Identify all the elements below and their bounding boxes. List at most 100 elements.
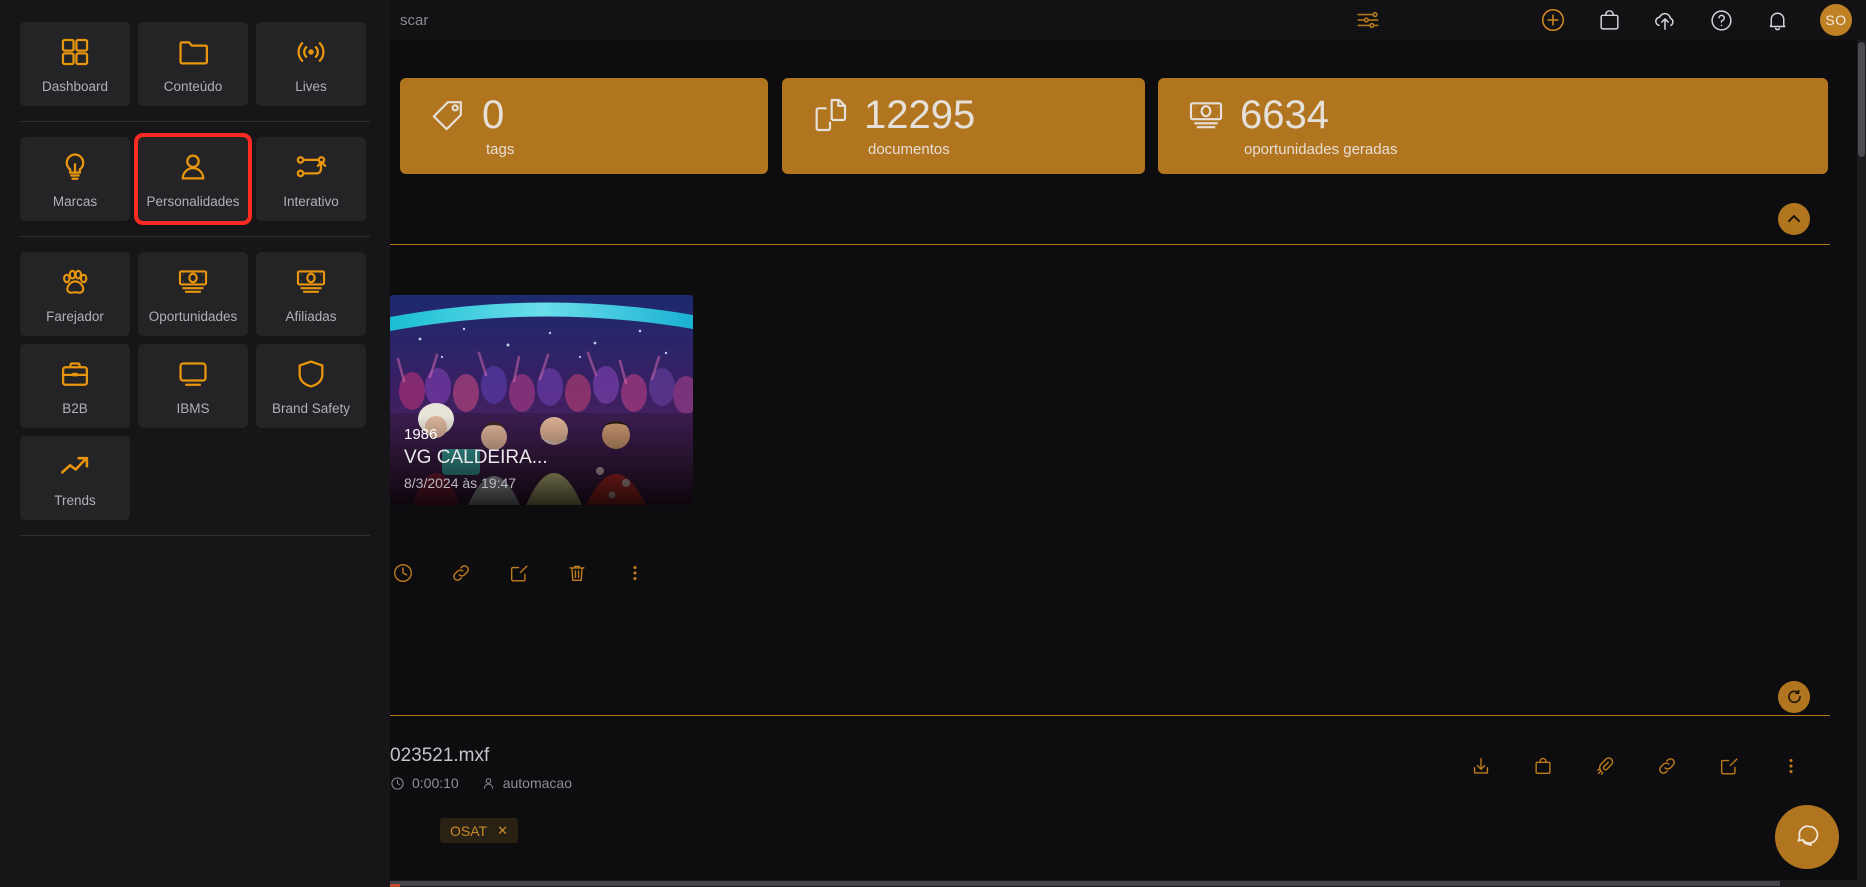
lightbulb-icon [58, 150, 92, 184]
chat-bubble-icon [1797, 825, 1819, 846]
magnet-icon[interactable] [1594, 755, 1616, 777]
stat-value: 0 [482, 92, 505, 137]
vertical-scrollbar[interactable] [1857, 40, 1866, 887]
person-icon [483, 777, 493, 789]
bag-icon[interactable] [1532, 755, 1554, 777]
sidebar-item-label: Brand Safety [271, 400, 351, 416]
sidebar-divider-3 [20, 535, 370, 536]
sidebar-group-1: Dashboard Conteúdo Lives [0, 0, 390, 106]
sidebar-item-brand-safety[interactable]: Brand Safety [256, 344, 366, 428]
collapse-section-button[interactable] [1778, 203, 1810, 235]
more-vertical-icon[interactable] [1780, 755, 1802, 777]
monitor-icon [176, 357, 210, 391]
sidebar-item-afiliadas[interactable]: Afiliadas [256, 252, 366, 336]
section-divider [390, 244, 1830, 245]
search-field[interactable] [400, 0, 600, 40]
filters-icon[interactable] [1355, 7, 1381, 33]
card-date: 8/3/2024 às 19:47 [404, 475, 517, 491]
thumbnail-overlay: 1986 VG CALDEIRA... 8/3/2024 às 19:47 [390, 416, 693, 505]
sidebar-item-label: Oportunidades [148, 308, 238, 324]
app-root: SO 0 tags [0, 0, 1866, 887]
cloud-upload-icon[interactable] [1652, 7, 1678, 33]
sidebar-item-label: Afiliadas [285, 308, 337, 324]
paw-icon [58, 265, 92, 299]
card-action-bar [390, 556, 700, 590]
sidebar-item-label: B2B [62, 400, 88, 416]
sidebar-group-2: Marcas Personalidades Interativo [0, 133, 390, 225]
file-duration-text: 0:00:10 [412, 775, 459, 791]
help-circle-icon[interactable] [1708, 7, 1734, 33]
sidebar-item-label: Marcas [52, 193, 98, 209]
chat-support-button[interactable] [1775, 805, 1839, 869]
sidebar-item-label: IBMS [176, 400, 210, 416]
sidebar-item-label: Farejador [46, 308, 104, 324]
card-title: VG CALDEIRA... [404, 447, 548, 468]
file-user-text: automacao [502, 775, 572, 791]
more-vertical-icon[interactable] [624, 562, 646, 584]
sidebar-item-b2b[interactable]: B2B [20, 344, 130, 428]
clock-icon[interactable] [392, 562, 414, 584]
stat-card-documentos[interactable]: 12295 documentos [782, 78, 1145, 174]
search-input[interactable] [400, 11, 600, 29]
sidebar-item-personalidades[interactable]: Personalidades [134, 133, 252, 225]
avatar[interactable]: SO [1820, 4, 1852, 36]
briefcase-icon [58, 357, 92, 391]
trending-up-icon [58, 449, 92, 483]
download-icon[interactable] [1470, 755, 1492, 777]
sidebar-item-label: Dashboard [41, 78, 109, 94]
file-user: automacao [481, 775, 572, 791]
sidebar-item-ibms[interactable]: IBMS [138, 344, 248, 428]
stat-label: documentos [868, 140, 950, 158]
sidebar-item-farejador[interactable]: Farejador [20, 252, 130, 336]
money-icon [294, 265, 328, 299]
nodes-icon [294, 150, 328, 184]
trash-icon[interactable] [566, 562, 588, 584]
sidebar-divider-2 [20, 236, 370, 237]
section-divider-2 [390, 715, 1830, 716]
file-meta: 0:00:10 automacao [390, 775, 1830, 791]
add-circle-icon[interactable] [1540, 7, 1566, 33]
bell-icon[interactable] [1764, 7, 1790, 33]
content-card[interactable]: 1986 VG CALDEIRA... 8/3/2024 às 19:47 [390, 295, 693, 505]
stat-value: 6634 [1240, 92, 1329, 137]
tag-chip[interactable]: OSAT ✕ [440, 818, 518, 843]
money-icon [1186, 95, 1226, 135]
file-row[interactable]: 023521.mxf 0:00:10 automacao [390, 745, 1830, 805]
sidebar-flyout-menu: Dashboard Conteúdo Lives Marcas Personal… [0, 0, 390, 887]
folder-icon [176, 35, 210, 69]
vertical-scrollbar-thumb[interactable] [1858, 42, 1865, 157]
link-icon[interactable] [1656, 755, 1678, 777]
bag-icon[interactable] [1596, 7, 1622, 33]
close-icon[interactable]: ✕ [497, 823, 508, 839]
clock-icon [391, 776, 404, 790]
edit-icon[interactable] [1718, 755, 1740, 777]
sidebar-item-label: Trends [54, 492, 96, 508]
card-year: 1986 [404, 426, 438, 443]
link-icon[interactable] [450, 562, 472, 584]
sidebar-item-label: Interativo [283, 193, 339, 209]
tag-icon [428, 95, 468, 135]
person-icon [176, 150, 210, 184]
sidebar-item-label: Lives [295, 78, 327, 94]
header-icon-group: SO [1540, 0, 1852, 40]
stat-label: tags [486, 140, 515, 158]
broadcast-icon [294, 35, 328, 69]
sidebar-item-lives[interactable]: Lives [256, 22, 366, 106]
stat-label: oportunidades geradas [1244, 140, 1398, 158]
stat-card-oportunidades[interactable]: 6634 oportunidades geradas [1158, 78, 1828, 174]
sidebar-item-trends[interactable]: Trends [20, 436, 130, 520]
sidebar-item-dashboard[interactable]: Dashboard [20, 22, 130, 106]
sidebar-item-marcas[interactable]: Marcas [20, 137, 130, 221]
sidebar-item-interativo[interactable]: Interativo [256, 137, 366, 221]
edit-icon[interactable] [508, 562, 530, 584]
sidebar-group-3: Farejador Oportunidades Afiliadas B2B IB… [0, 252, 390, 520]
grid-icon [58, 35, 92, 69]
sidebar-divider-1 [20, 121, 370, 122]
sidebar-item-label: Personalidades [146, 193, 240, 209]
refresh-button[interactable] [1778, 681, 1810, 713]
stat-card-tags[interactable]: 0 tags [400, 78, 768, 174]
sidebar-item-conteudo[interactable]: Conteúdo [138, 22, 248, 106]
sidebar-item-oportunidades[interactable]: Oportunidades [138, 252, 248, 336]
tag-chip-label: OSAT [450, 822, 488, 839]
shield-icon [294, 357, 328, 391]
